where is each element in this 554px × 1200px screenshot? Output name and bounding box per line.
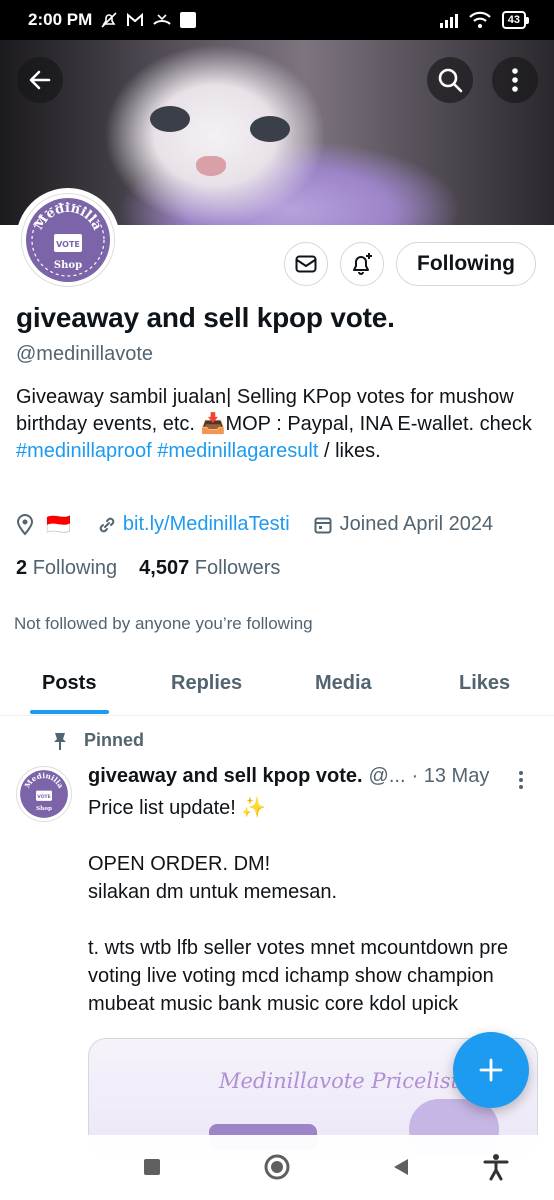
tweet-line: silakan dm untuk memesan. (88, 881, 338, 903)
tweet-line: Price list update! ✨ (88, 797, 267, 819)
svg-text:Shop: Shop (36, 806, 52, 812)
not-followed-notice: Not followed by anyone you’re following (14, 614, 313, 633)
followers-label: Followers (194, 557, 281, 579)
svg-text:VOTE: VOTE (56, 240, 80, 249)
medinilla-shop-logo: Medinilla VOTE Shop (26, 198, 110, 282)
do-not-disturb-icon (101, 12, 117, 28)
followers-count-link[interactable]: 4,507 Followers (139, 557, 280, 580)
triangle-left-icon (394, 1159, 408, 1175)
follow-counts: 2 Following 4,507 Followers (16, 557, 280, 580)
following-label: Following (32, 557, 118, 579)
status-notification-icons (100, 11, 197, 29)
search-button[interactable] (427, 57, 473, 103)
status-time: 2:00 PM (28, 10, 93, 29)
inbox-tray-emoji: 📥 (200, 413, 226, 435)
gmail-icon (127, 12, 144, 26)
plus-icon (479, 1058, 503, 1082)
pinned-label: Pinned (52, 730, 144, 751)
banner-cat-eye-right (250, 116, 290, 142)
wifi-icon (468, 11, 491, 28)
tweet-line: OPEN ORDER. DM! (88, 853, 271, 875)
profile-tabs: Posts Replies Media Likes (0, 660, 554, 716)
bio-text: MOP : Paypal, INA E-wallet. check (225, 413, 532, 435)
compose-button[interactable] (453, 1032, 529, 1108)
profile-bio: Giveaway sambil jualan| Selling KPop vot… (16, 384, 541, 465)
medinilla-shop-logo: Medinilla VOTE Shop (20, 770, 68, 818)
pin-icon (54, 732, 66, 750)
tab-posts[interactable]: Posts (42, 672, 96, 695)
link-icon (99, 517, 115, 532)
search-icon (438, 68, 463, 93)
bell-plus-icon (353, 253, 372, 275)
notifications-button[interactable] (340, 242, 384, 286)
circle-icon (264, 1154, 290, 1180)
tweet-header: giveaway and sell kpop vote. @... · 13 M… (88, 765, 538, 788)
joined-date: Joined April 2024 (339, 513, 494, 535)
system-navigation-bar (0, 1135, 554, 1200)
following-count-link[interactable]: 2 Following (16, 557, 117, 580)
hashtag-link[interactable]: #medinillaproof (16, 440, 152, 462)
square-icon (144, 1159, 160, 1175)
more-options-button[interactable] (492, 57, 538, 103)
profile-handle: @medinillavote (16, 343, 154, 365)
back-nav-button[interactable] (383, 1149, 419, 1185)
tweet-avatar[interactable]: Medinilla VOTE Shop (16, 766, 72, 822)
tab-replies[interactable]: Replies (171, 672, 242, 695)
bio-text: / likes. (318, 440, 381, 462)
back-button[interactable] (17, 57, 63, 103)
active-tab-indicator (30, 710, 109, 714)
tweet-author-handle: @... (368, 765, 406, 787)
more-vertical-icon (512, 68, 518, 92)
profile-website-link[interactable]: bit.ly/MedinillaTesti (123, 513, 290, 536)
tweet-body: Price list update! ✨ OPEN ORDER. DM! sil… (88, 794, 528, 1018)
calendar-icon (314, 517, 332, 533)
banner-cat-nose (196, 156, 226, 176)
svg-text:Shop: Shop (54, 260, 82, 271)
tab-likes[interactable]: Likes (459, 672, 510, 695)
following-count: 2 (16, 557, 28, 579)
message-button[interactable] (284, 242, 328, 286)
pinned-text: Pinned (84, 730, 145, 750)
tab-media[interactable]: Media (315, 672, 372, 695)
location-flag: 🇮🇩 (46, 514, 71, 536)
arrow-left-icon (29, 70, 51, 90)
battery-indicator: 43 (501, 11, 530, 29)
profile-avatar[interactable]: Medinilla VOTE Shop (16, 188, 120, 292)
app-notification-icon (180, 12, 197, 28)
tweet-author-name[interactable]: giveaway and sell kpop vote. (88, 765, 363, 788)
envelope-icon (295, 255, 317, 273)
status-bar: 2:00 PM 43 (0, 0, 554, 40)
following-button[interactable]: Following (396, 242, 536, 286)
missed-call-icon (153, 14, 171, 25)
profile-display-name: giveaway and sell kpop vote. (16, 302, 395, 333)
tweet-line: t. wts wtb lfb seller votes mnet mcountd… (88, 937, 509, 1015)
profile-meta: 🇮🇩 bit.ly/MedinillaTesti Joined April 20… (16, 512, 493, 537)
home-button[interactable] (259, 1149, 295, 1185)
recents-button[interactable] (134, 1149, 170, 1185)
svg-text:VOTE: VOTE (37, 794, 50, 800)
location-pin-icon (16, 513, 34, 536)
cell-signal-icon (439, 12, 458, 28)
banner-cat-eye-left (150, 106, 190, 132)
more-vertical-icon (519, 771, 523, 789)
accessibility-icon (483, 1154, 509, 1181)
accessibility-button[interactable] (478, 1149, 514, 1185)
tweet-more-button[interactable] (518, 770, 524, 795)
media-title: Medinillavote Pricelist (219, 1069, 460, 1093)
followers-count: 4,507 (139, 557, 190, 579)
tweet-date: · 13 May (411, 765, 490, 787)
hashtag-link[interactable]: #medinillagaresult (157, 440, 318, 462)
